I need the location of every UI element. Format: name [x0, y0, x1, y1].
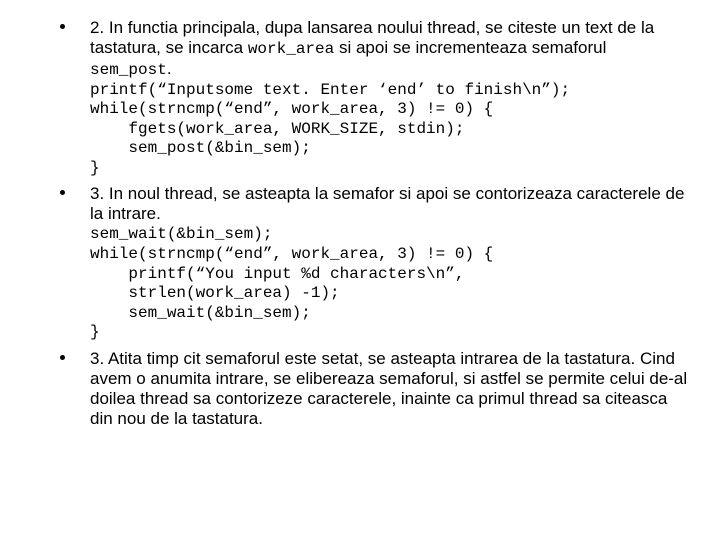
item-prose: .	[167, 59, 172, 78]
inline-code: sem_post	[90, 61, 167, 79]
list-item: 3. Atita timp cit semaforul este setat, …	[30, 349, 690, 429]
list-item: 2. In functia principala, dupa lansarea …	[30, 18, 690, 178]
item-prose: si apoi se incrementeaza semaforul	[334, 38, 606, 57]
code-block: sem_wait(&bin_sem); while(strncmp(“end”,…	[90, 225, 690, 342]
inline-code: work_area	[248, 40, 334, 58]
list-item: 3. In noul thread, se asteapta la semafo…	[30, 184, 690, 342]
item-prose: 3. In noul thread, se asteapta la semafo…	[90, 184, 684, 223]
document-page: 2. In functia principala, dupa lansarea …	[0, 0, 720, 429]
bullet-icon	[60, 190, 65, 195]
code-block: printf(“Inputsome text. Enter ‘end’ to f…	[90, 81, 690, 179]
bullet-icon	[60, 355, 65, 360]
bullet-list: 2. In functia principala, dupa lansarea …	[30, 18, 690, 429]
item-prose: 3. Atita timp cit semaforul este setat, …	[90, 349, 687, 428]
bullet-icon	[60, 24, 65, 29]
